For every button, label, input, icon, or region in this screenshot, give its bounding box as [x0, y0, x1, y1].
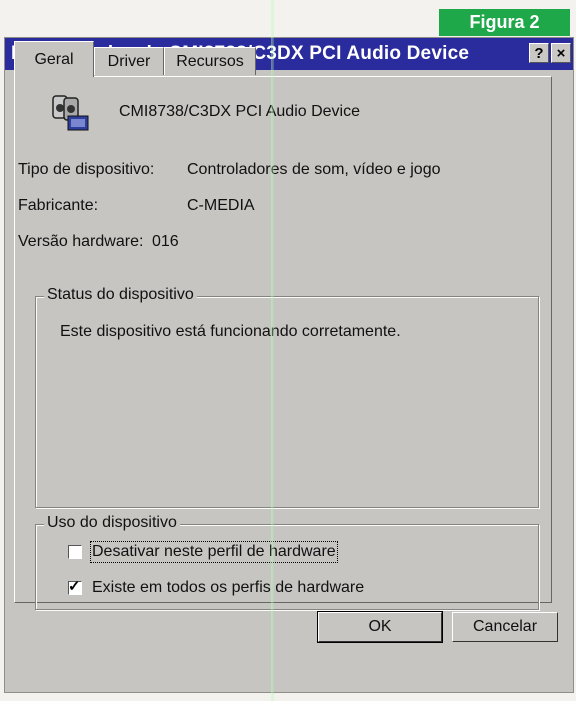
device-status-text: Este dispositivo está funcionando corret… [60, 323, 401, 340]
manufacturer-value: C-MEDIA [187, 197, 255, 214]
figure-label: Figura 2 [439, 9, 570, 36]
cancel-button[interactable]: Cancelar [452, 612, 558, 642]
hardware-version-value: 016 [152, 233, 179, 250]
exists-in-all-profiles-checkbox[interactable]: ✓ Existe em todos os perfis de hardware [68, 578, 365, 597]
tab-driver[interactable]: Driver [94, 47, 164, 75]
device-usage-group: Uso do dispositivo [35, 514, 539, 610]
device-type-label: Tipo de dispositivo: [18, 161, 155, 178]
checkmark-icon: ✓ [68, 578, 81, 595]
manufacturer-label: Fabricante: [18, 197, 99, 214]
audio-device-icon [52, 95, 89, 131]
tab-recursos[interactable]: Recursos [164, 47, 256, 75]
tab-geral-label: Geral [34, 50, 74, 68]
hardware-version-label: Versão hardware: [18, 233, 144, 250]
help-icon: ? [534, 44, 544, 62]
ok-button-label: OK [368, 618, 392, 635]
tab-geral[interactable]: Geral [14, 41, 94, 77]
exists-in-all-profiles-label: Existe em todos os perfis de hardware [92, 579, 365, 596]
tab-recursos-label: Recursos [176, 52, 244, 70]
help-button[interactable]: ? [529, 43, 549, 63]
tab-driver-label: Driver [107, 52, 151, 70]
disable-in-profile-checkbox[interactable]: Desativar neste perfil de hardware [68, 541, 338, 563]
checkbox-box[interactable]: ✓ [68, 578, 82, 595]
device-usage-title: Uso do dispositivo [44, 514, 180, 532]
device-status-group: Status do dispositivo Este dispositivo e… [35, 286, 539, 508]
device-type-value: Controladores de som, vídeo e jogo [187, 161, 441, 178]
checkbox-box[interactable] [68, 545, 82, 559]
device-status-title: Status do dispositivo [44, 286, 197, 304]
device-name: CMI8738/C3DX PCI Audio Device [119, 103, 360, 120]
close-button[interactable]: × [551, 43, 571, 63]
close-icon: × [556, 44, 566, 62]
disable-in-profile-label: Desativar neste perfil de hardware [90, 541, 338, 563]
cancel-button-label: Cancelar [472, 618, 538, 635]
ok-button[interactable]: OK [317, 611, 443, 643]
